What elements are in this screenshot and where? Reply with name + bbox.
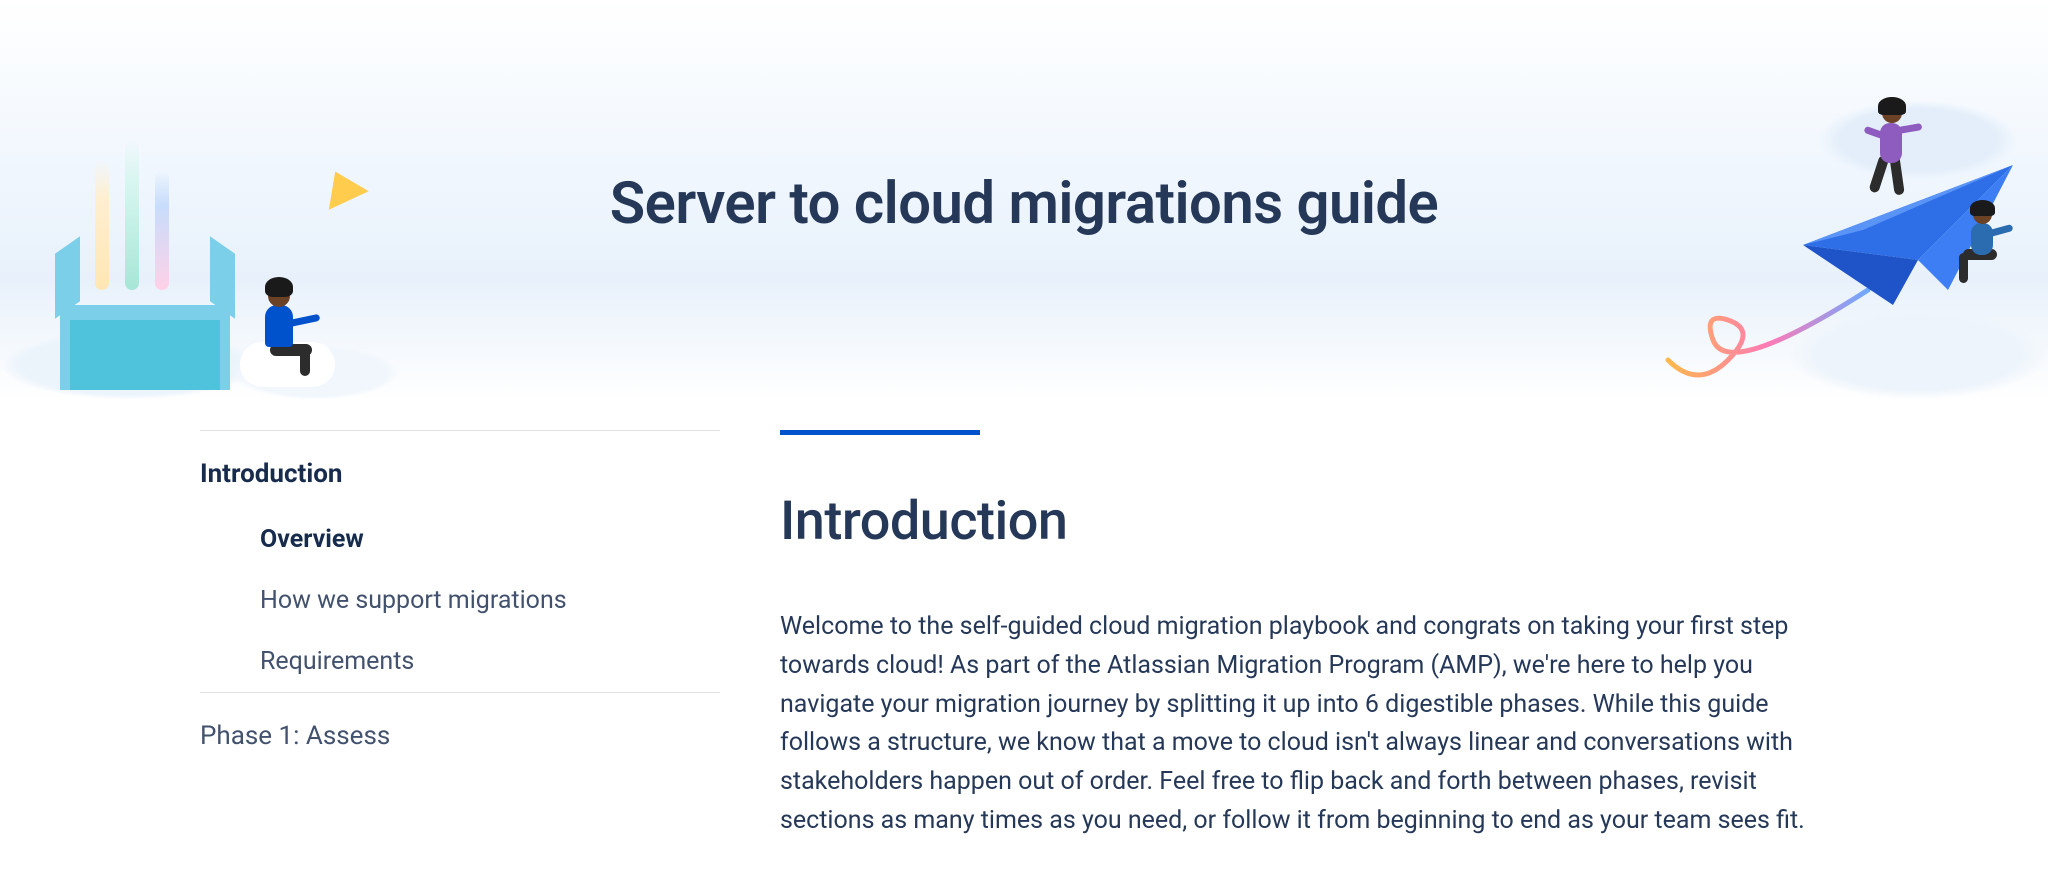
person-pointing-illustration <box>250 272 320 382</box>
content-intro-paragraph: Welcome to the self-guided cloud migrati… <box>780 608 1848 841</box>
sidebar-section-introduction[interactable]: Introduction <box>200 431 720 509</box>
accent-bar <box>780 430 980 435</box>
hero-banner: Server to cloud migrations guide <box>0 0 2048 400</box>
sidebar-item-overview[interactable]: Overview <box>200 509 720 570</box>
hero-illustration-left <box>0 140 380 400</box>
open-box-icon <box>60 250 230 390</box>
person-surfing-illustration <box>1858 95 1928 205</box>
paper-plane-icon <box>315 162 368 210</box>
hero-illustration-right <box>1608 40 2048 400</box>
sidebar-item-requirements[interactable]: Requirements <box>200 631 720 692</box>
main-content-area: Introduction Overview How we support mig… <box>0 400 2048 881</box>
article-content: Introduction Welcome to the self-guided … <box>780 430 1848 841</box>
sidebar-nav: Introduction Overview How we support mig… <box>200 430 720 841</box>
content-heading: Introduction <box>780 490 1848 553</box>
sidebar-item-how-we-support[interactable]: How we support migrations <box>200 570 720 631</box>
person-sitting-illustration <box>1953 205 2023 295</box>
sidebar-section-phase-1-assess[interactable]: Phase 1: Assess <box>200 693 720 779</box>
page-title: Server to cloud migrations guide <box>610 170 1439 238</box>
